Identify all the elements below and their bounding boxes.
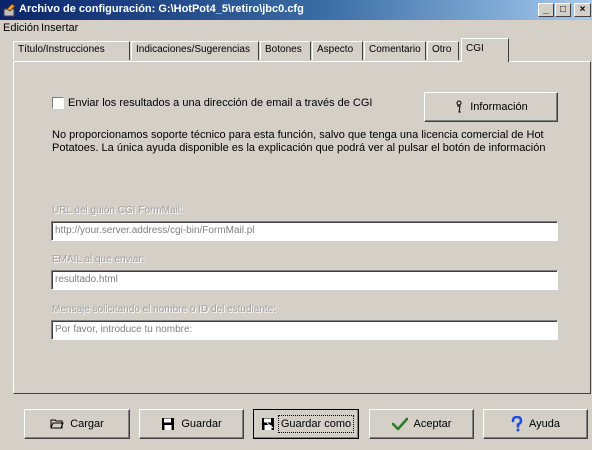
tab-titulo-instrucciones[interactable]: Título/Instrucciones	[13, 41, 130, 60]
cgi-enable-checkbox[interactable]	[52, 97, 64, 109]
title-bar[interactable]: Archivo de configuración: G:\HotPot4_5\r…	[0, 0, 592, 20]
question-mark-icon	[511, 416, 523, 432]
tab-aspecto[interactable]: Aspecto	[312, 41, 363, 60]
floppy-disk-icon	[162, 418, 175, 430]
open-folder-icon	[50, 419, 64, 429]
name-prompt-input[interactable]: Por favor, introduce tu nombre:	[51, 320, 558, 340]
checkmark-icon	[391, 417, 408, 431]
accept-button-label: Aceptar	[413, 418, 452, 430]
url-label: URL del guión CGI FormMail:	[52, 205, 183, 216]
email-label: EMAIL al que enviar:	[52, 254, 145, 265]
menu-bar: Edición Insertar	[0, 20, 592, 36]
save-button[interactable]: Guardar	[139, 409, 244, 439]
help-button[interactable]: Ayuda	[483, 409, 588, 439]
menu-insertar[interactable]: Insertar	[41, 22, 78, 34]
tab-cgi[interactable]: CGI	[461, 38, 509, 62]
tab-indicaciones-sugerencias[interactable]: Indicaciones/Sugerencias	[131, 41, 259, 60]
accept-button[interactable]: Aceptar	[369, 409, 474, 439]
tab-comentario[interactable]: Comentario	[364, 41, 426, 60]
minimize-button[interactable]: _	[538, 3, 554, 17]
info-button-label: Información	[470, 101, 528, 113]
hot-potatoes-icon	[3, 3, 16, 17]
help-button-label: Ayuda	[529, 418, 560, 430]
cgi-enable-label[interactable]: Enviar los resultados a una dirección de…	[68, 97, 373, 109]
maximize-button[interactable]: □	[555, 3, 571, 17]
tab-otro[interactable]: Otro	[427, 41, 459, 60]
save-button-label: Guardar	[181, 418, 222, 430]
close-button[interactable]: ×	[574, 3, 591, 17]
info-button[interactable]: Información	[424, 92, 558, 122]
info-icon	[456, 100, 462, 113]
tab-botones[interactable]: Botones	[260, 41, 311, 60]
url-input[interactable]: http://your.server.address/cgi-bin/FormM…	[51, 221, 558, 241]
email-input[interactable]: resultado.html	[51, 270, 558, 290]
floppy-disk-as-icon	[261, 418, 274, 430]
name-prompt-label: Mensaje solicitando el nombre o ID del e…	[52, 304, 277, 315]
load-button-label: Cargar	[70, 418, 104, 430]
save-as-button-label: Guardar como	[277, 415, 355, 433]
cgi-description: No proporcionamos soporte técnico para e…	[52, 129, 546, 154]
load-button[interactable]: Cargar	[24, 409, 130, 439]
menu-edicion[interactable]: Edición	[3, 22, 39, 34]
save-as-button[interactable]: Guardar como	[253, 409, 359, 439]
window-title: Archivo de configuración: G:\HotPot4_5\r…	[19, 3, 304, 15]
